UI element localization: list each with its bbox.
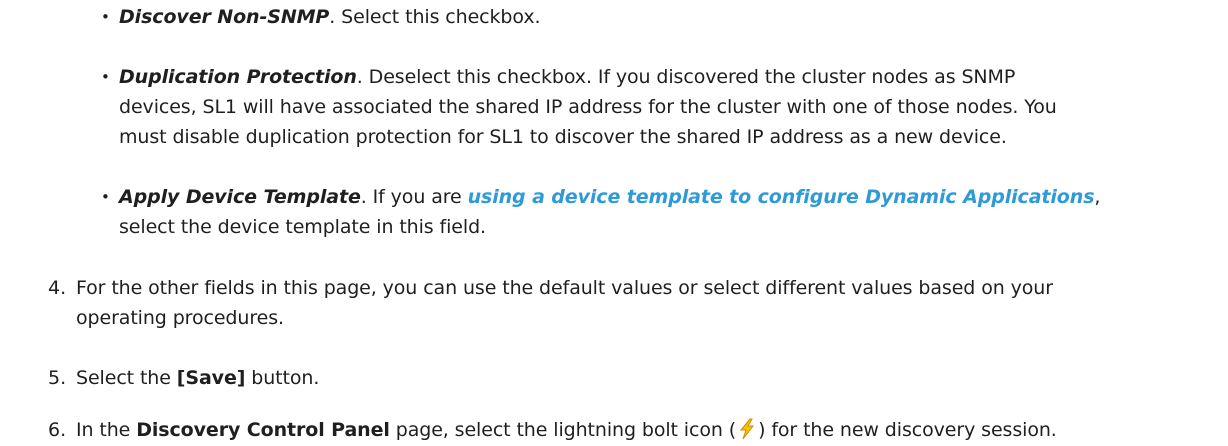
bullet-text: devices, SL1 will have associated the sh…	[119, 96, 1057, 118]
bullet-text: must disable duplication protection for …	[119, 126, 1007, 148]
bullet-marker: •	[101, 68, 110, 86]
document-page: • Discover Non-SNMP. Select this checkbo…	[0, 0, 1228, 446]
lightning-bolt-icon	[737, 418, 757, 440]
bullet-text: select the device template in this field…	[119, 216, 486, 238]
step-save: Select the [Save] button.	[76, 366, 319, 390]
lightning-bolt-icon-graphic	[740, 418, 755, 440]
discovery-control-panel-label: Discovery Control Panel	[136, 419, 390, 441]
step-text: button.	[245, 367, 320, 389]
field-name-apply-device-template: Apply Device Template	[119, 186, 361, 208]
field-name-duplication-protection: Duplication Protection	[119, 66, 357, 88]
bullet-text: ,	[1094, 186, 1101, 208]
step-number: 5.	[48, 367, 67, 389]
step-discovery-control-panel: In the Discovery Control Panel page, sel…	[76, 418, 1057, 442]
step-text: operating procedures.	[76, 307, 284, 329]
step-number: 6.	[48, 419, 67, 441]
bullet-text: . Select this checkbox.	[329, 6, 541, 28]
step-text: page, select the lightning bolt icon (	[389, 419, 737, 441]
bullet-marker: •	[101, 188, 110, 206]
field-name-discover-non-snmp: Discover Non-SNMP	[119, 6, 330, 28]
step-number: 4.	[48, 277, 67, 299]
bullet-text: . If you are	[360, 186, 468, 208]
bullet-discover-non-snmp: Discover Non-SNMP. Select this checkbox.	[119, 5, 541, 29]
step-text: Select the	[76, 367, 177, 389]
step-text: For the other fields in this page, you c…	[76, 277, 1053, 299]
device-template-link[interactable]: using a device template to configure Dyn…	[468, 186, 1095, 208]
bullet-apply-device-template: Apply Device Template. If you are using …	[119, 185, 1100, 209]
step-text: ) for the new discovery session.	[758, 419, 1057, 441]
bullet-text: . Deselect this checkbox. If you discove…	[356, 66, 1016, 88]
step-text: In the	[76, 419, 137, 441]
bullet-marker: •	[101, 8, 110, 26]
bullet-duplication-protection: Duplication Protection. Deselect this ch…	[119, 65, 1015, 89]
save-button-label: [Save]	[176, 367, 246, 389]
